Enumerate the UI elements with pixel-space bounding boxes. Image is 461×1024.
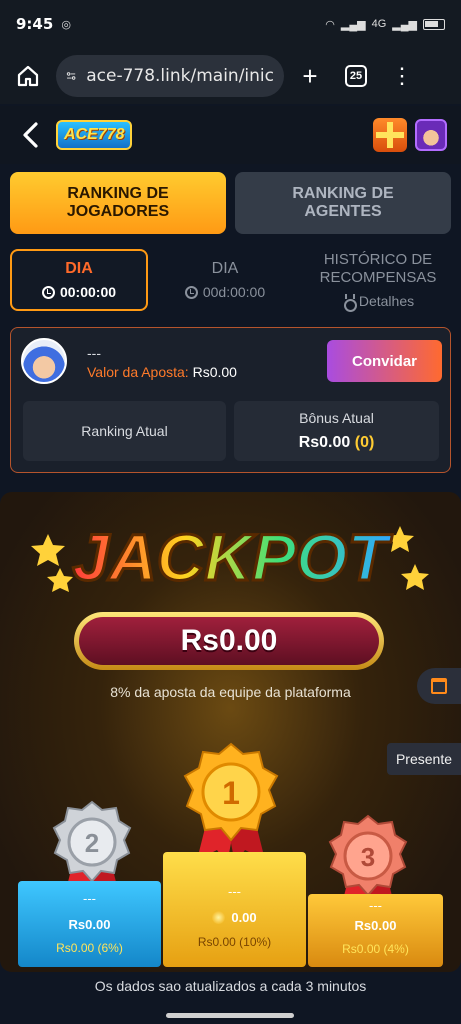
first-amount: 0.00 bbox=[231, 910, 257, 925]
back-arrow-icon bbox=[23, 122, 38, 148]
bonus-value: Rs0.00 (0) bbox=[299, 434, 375, 452]
period-title: DIA bbox=[65, 260, 93, 277]
first-share: Rs0.00 (10%) bbox=[197, 935, 272, 949]
star-icon bbox=[401, 564, 429, 590]
browser-toolbar: ace-778.link/main/inic + 25 ⋮ bbox=[0, 48, 461, 104]
bet-amount: Valor da Aposta: Rs0.00 bbox=[87, 364, 237, 380]
tab-count: 25 bbox=[345, 65, 367, 87]
bonus-count: (0) bbox=[354, 434, 375, 451]
gesture-bar[interactable] bbox=[166, 1013, 294, 1018]
bonus-amount: Rs0.00 bbox=[298, 434, 351, 451]
battery-icon bbox=[423, 18, 445, 30]
current-ranking-box: Ranking Atual bbox=[23, 401, 226, 461]
plus-icon: + bbox=[302, 60, 318, 91]
ranking-label: Ranking Atual bbox=[81, 423, 168, 439]
status-indicators: ◠ ▂▄▆ 4G ▂▄▆ bbox=[325, 18, 445, 31]
third-name: --- bbox=[369, 898, 382, 913]
more-vert-icon: ⋮ bbox=[391, 63, 413, 88]
site-settings-icon[interactable] bbox=[66, 66, 76, 86]
user-name: --- bbox=[87, 345, 101, 361]
podium-first: --- 0.00 Rs0.00 (10%) bbox=[163, 852, 306, 967]
address-bar[interactable]: ace-778.link/main/inic bbox=[56, 55, 284, 97]
first-amount-row: 0.00 bbox=[163, 910, 306, 925]
first-name: --- bbox=[228, 884, 241, 899]
app-header: ACE778 bbox=[0, 106, 461, 164]
jackpot-note: 8% da aposta da equipe da plataforma bbox=[110, 684, 351, 700]
browser-menu-button[interactable]: ⋮ bbox=[382, 56, 422, 96]
user-ranking-card: --- Valor da Aposta: Rs0.00 Convidar Ran… bbox=[10, 327, 451, 473]
timer-value: 00:00:00 bbox=[59, 284, 117, 300]
calendar-icon bbox=[431, 678, 447, 694]
update-note: Os dados sao atualizados a cada 3 minuto… bbox=[94, 978, 367, 994]
home-icon bbox=[17, 65, 39, 87]
app-logo[interactable]: ACE778 bbox=[56, 120, 133, 150]
period-timer: 00d:00:00 bbox=[184, 284, 266, 300]
gift-icon[interactable] bbox=[373, 118, 407, 152]
home-button[interactable] bbox=[8, 56, 48, 96]
podium-second: --- Rs0.00 Rs0.00 (6%) bbox=[18, 881, 161, 967]
user-avatar bbox=[21, 338, 67, 384]
period-timer: 00:00:00 bbox=[41, 284, 117, 300]
status-time: 9:45 bbox=[16, 15, 54, 33]
notification-icon: ◎ bbox=[61, 18, 71, 31]
tab-ranking-agentes[interactable]: RANKING DE AGENTES bbox=[235, 172, 451, 234]
period-tabs: DIA 00:00:00 DIA 00d:00:00 HISTÓRICO DE … bbox=[10, 249, 451, 313]
signal-icon: ▂▄▆ bbox=[340, 18, 366, 31]
jackpot-panel: JACKPOT Rs0.00 8% da aposta da equipe da… bbox=[0, 492, 461, 972]
third-amount: Rs0.00 bbox=[354, 918, 397, 933]
present-button[interactable]: Presente bbox=[387, 743, 461, 775]
period-title: HISTÓRICO DE RECOMPENSAS bbox=[319, 251, 437, 286]
period-tab-dia-2[interactable]: DIA 00d:00:00 bbox=[160, 249, 290, 311]
star-icon bbox=[386, 526, 414, 552]
period-tab-dia[interactable]: DIA 00:00:00 bbox=[10, 249, 148, 311]
calendar-button[interactable] bbox=[417, 668, 461, 704]
new-tab-button[interactable]: + bbox=[290, 56, 330, 96]
bet-label: Valor da Aposta: bbox=[87, 364, 189, 380]
second-amount: Rs0.00 bbox=[68, 917, 111, 932]
bet-value: Rs0.00 bbox=[192, 364, 237, 380]
third-share: Rs0.00 (4%) bbox=[342, 942, 409, 956]
details-link[interactable]: Detalhes bbox=[342, 293, 415, 312]
tab-label: RANKING DE AGENTES bbox=[292, 185, 394, 220]
back-button[interactable] bbox=[14, 115, 48, 155]
profile-avatar[interactable] bbox=[415, 119, 447, 151]
network-type: 4G bbox=[371, 18, 387, 30]
details-label: Detalhes bbox=[358, 293, 415, 309]
alarm-clock-icon bbox=[41, 285, 55, 299]
gold-medal-icon: 1 bbox=[183, 742, 279, 864]
second-rank-number: 2 bbox=[85, 828, 99, 858]
bonus-label: Bônus Atual bbox=[299, 410, 374, 426]
coin-icon bbox=[212, 911, 226, 924]
period-title: DIA bbox=[211, 260, 239, 277]
invite-button[interactable]: Convidar bbox=[327, 340, 442, 382]
tab-ranking-jogadores[interactable]: RANKING DE JOGADORES bbox=[10, 172, 226, 234]
jackpot-amount: Rs0.00 bbox=[79, 617, 379, 665]
alarm-clock-icon bbox=[184, 285, 198, 299]
third-rank-number: 3 bbox=[361, 842, 375, 872]
current-bonus-box: Bônus Atual Rs0.00 (0) bbox=[234, 401, 439, 461]
wifi-icon: ◠ bbox=[325, 18, 335, 31]
medal-icon bbox=[342, 294, 357, 312]
first-rank-number: 1 bbox=[222, 775, 240, 811]
period-tab-historico[interactable]: HISTÓRICO DE RECOMPENSAS Detalhes bbox=[305, 249, 451, 312]
status-bar: 9:45 ◎ ◠ ▂▄▆ 4G ▂▄▆ bbox=[0, 0, 461, 48]
star-icon bbox=[47, 568, 73, 592]
timer-value: 00d:00:00 bbox=[202, 284, 266, 300]
url-text: ace-778.link/main/inic bbox=[86, 66, 274, 86]
tab-switcher-button[interactable]: 25 bbox=[336, 56, 376, 96]
tab-label: RANKING DE JOGADORES bbox=[66, 185, 170, 220]
second-share: Rs0.00 (6%) bbox=[56, 941, 123, 955]
jackpot-title: JACKPOT bbox=[72, 520, 392, 594]
second-name: --- bbox=[83, 891, 96, 906]
podium-third: --- Rs0.00 Rs0.00 (4%) bbox=[308, 894, 443, 967]
star-icon bbox=[31, 534, 65, 566]
signal-icon: ▂▄▆ bbox=[392, 18, 417, 31]
jackpot-amount-pill: Rs0.00 bbox=[74, 612, 384, 670]
jackpot-banner: JACKPOT bbox=[31, 519, 429, 596]
